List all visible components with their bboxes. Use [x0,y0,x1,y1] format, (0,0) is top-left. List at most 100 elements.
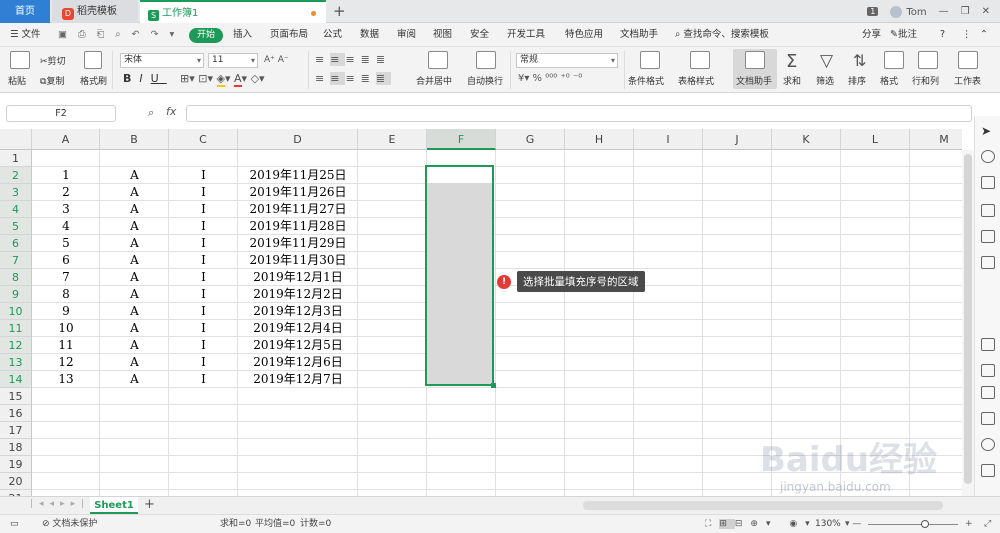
minimize-icon[interactable]: — [939,6,949,17]
cell-a5[interactable]: 4 [32,218,100,235]
vertical-scroll-thumb[interactable] [964,154,972,484]
archive-icon[interactable] [981,386,995,399]
cell-a13[interactable]: 12 [32,354,100,371]
number-format-icons[interactable]: ¥▾ % ⁰⁰⁰ ⁺⁰ ⁻⁰ [518,73,582,84]
sum-icon[interactable]: Σ [786,51,797,72]
cell-c13[interactable]: I [169,354,238,371]
row-header-10[interactable]: 10 [0,303,32,320]
user-account[interactable]: Tom [890,5,927,18]
worksheet-button[interactable]: 工作表 [954,74,981,87]
tab-workbook[interactable]: S 工作簿1 [140,0,326,23]
cell-d6[interactable]: 2019年11月29日 [238,235,358,252]
quick-access-icons[interactable]: ▣ ⎙ ⎗ ⌕ ↶ ↷ ▾ [58,23,178,47]
column-header-i[interactable]: I [634,129,703,150]
bold-icon[interactable]: B [123,72,139,85]
cell-b9[interactable]: A [100,286,169,303]
formula-input[interactable] [186,105,972,122]
row-header-13[interactable]: 13 [0,354,32,371]
column-header-f[interactable]: F [427,129,496,150]
properties-icon[interactable] [981,204,995,217]
fx-icon[interactable]: fx [166,105,176,118]
column-header-m[interactable]: M [910,129,962,150]
vertical-align-icons[interactable]: ≡≡≡≣≣ [315,53,391,66]
conditional-format-button[interactable]: 条件格式 [628,74,664,87]
cell-d2[interactable]: 2019年11月25日 [238,167,358,184]
fill-color-icon[interactable]: ◈ [216,72,225,87]
paste-button[interactable]: 粘贴 [8,74,26,87]
cell-b8[interactable]: A [100,269,169,286]
row-header-19[interactable]: 19 [0,456,32,473]
cell-b12[interactable]: A [100,337,169,354]
sheet-nav-arrows[interactable]: |◂◂▸▸| [30,499,90,509]
cell-c4[interactable]: I [169,201,238,218]
chart-icon[interactable] [981,256,995,269]
cell-b2[interactable]: A [100,167,169,184]
paste-icon[interactable] [10,51,30,69]
pointer-icon[interactable]: ➤ [981,124,995,138]
cell-a12[interactable]: 11 [32,337,100,354]
cell-d8[interactable]: 2019年12月1日 [238,269,358,286]
doc-protect-status[interactable]: ⊘ 文档未保护 [42,515,97,533]
cell-b10[interactable]: A [100,303,169,320]
italic-icon[interactable]: I [139,72,150,85]
filter-button[interactable]: 筛选 [816,74,834,87]
format-button[interactable]: 格式 [880,74,898,87]
cell-b6[interactable]: A [100,235,169,252]
doc-assistant-button[interactable]: 文档助手 [733,49,777,89]
cell-b7[interactable]: A [100,252,169,269]
tab-data[interactable]: 数据 [360,23,379,47]
cell-c8[interactable]: I [169,269,238,286]
tab-start[interactable]: 开始 [189,28,223,43]
add-sheet-button[interactable]: + [144,497,155,512]
cell-b14[interactable]: A [100,371,169,388]
cell-b4[interactable]: A [100,201,169,218]
cell-b13[interactable]: A [100,354,169,371]
cell-c2[interactable]: I [169,167,238,184]
cell-b3[interactable]: A [100,184,169,201]
cell-d5[interactable]: 2019年11月28日 [238,218,358,235]
rows-cols-icon[interactable] [918,51,938,69]
share-button[interactable]: 分享 [862,23,881,47]
table-style-button[interactable]: 表格样式 [678,74,714,87]
cell-c7[interactable]: I [169,252,238,269]
sheet-tab-sheet1[interactable]: Sheet1 [90,497,138,514]
file-menu[interactable]: ☰ 文件 [10,23,41,47]
fill-handle[interactable] [491,383,496,388]
row-header-20[interactable]: 20 [0,473,32,490]
cut-button[interactable]: ✂剪切 [40,54,66,67]
cell-a8[interactable]: 7 [32,269,100,286]
row-header-14[interactable]: 14 [0,371,32,388]
tab-review[interactable]: 审阅 [397,23,416,47]
shapes-icon[interactable] [981,150,995,163]
column-header-j[interactable]: J [703,129,772,150]
image-icon[interactable] [981,412,995,425]
row-header-16[interactable]: 16 [0,405,32,422]
row-header-12[interactable]: 12 [0,337,32,354]
row-header-8[interactable]: 8 [0,269,32,286]
cell-d7[interactable]: 2019年11月30日 [238,252,358,269]
more-options-icon[interactable]: ⋮ [962,23,972,47]
cell-c5[interactable]: I [169,218,238,235]
share-panel-icon[interactable] [981,364,995,377]
row-header-9[interactable]: 9 [0,286,32,303]
cell-d3[interactable]: 2019年11月26日 [238,184,358,201]
row-header-1[interactable]: 1 [0,150,32,167]
tab-special[interactable]: 特色应用 [565,23,603,47]
conditional-format-icon[interactable] [640,51,660,69]
merge-center-icon[interactable] [428,51,448,69]
sum-button[interactable]: 求和 [783,74,801,87]
column-header-c[interactable]: C [169,129,238,150]
cell-d13[interactable]: 2019年12月6日 [238,354,358,371]
cell-c10[interactable]: I [169,303,238,320]
column-header-b[interactable]: B [100,129,169,150]
row-header-4[interactable]: 4 [0,201,32,218]
gallery-icon[interactable] [981,230,995,243]
worksheet-icon[interactable] [958,51,978,69]
comment-button[interactable]: ✎批注 [890,23,917,47]
row-header-3[interactable]: 3 [0,184,32,201]
number-format-select[interactable]: 常规 [516,53,618,68]
cell-d4[interactable]: 2019年11月27日 [238,201,358,218]
tab-home[interactable]: 首页 [0,0,50,23]
tab-developer[interactable]: 开发工具 [507,23,545,47]
cell-a9[interactable]: 8 [32,286,100,303]
